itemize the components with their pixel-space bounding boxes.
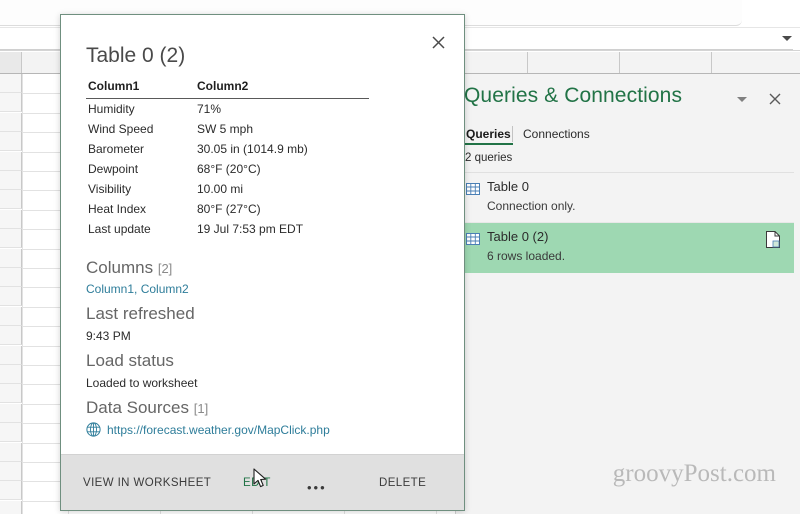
data-sources-count: [1] (193, 401, 209, 416)
last-refreshed-value: 9:43 PM (86, 329, 131, 343)
row-header[interactable] (0, 268, 22, 287)
list-item[interactable]: Table 0 (2) 6 rows loaded. (444, 223, 794, 273)
column-header: Column2 (197, 79, 249, 93)
row-header[interactable] (0, 462, 22, 481)
globe-icon (86, 422, 101, 437)
columns-count: [2] (157, 261, 173, 276)
view-in-worksheet-button[interactable]: VIEW IN WORKSHEET (83, 455, 211, 510)
page-title: Table 0 (2) (86, 44, 186, 67)
table-cell-value: 30.05 in (1014.9 mb) (197, 142, 308, 156)
last-refreshed-label: Last refreshed (86, 304, 195, 323)
table-icon (466, 182, 480, 195)
gridline (22, 74, 23, 514)
row-header[interactable] (0, 93, 22, 113)
row-header[interactable] (0, 500, 22, 514)
row-header[interactable] (0, 132, 22, 152)
column-header-cell[interactable] (620, 52, 712, 73)
tab-queries-label: Queries (466, 127, 511, 141)
query-list: Table 0 Connection only. Table 0 (2) 6 r… (444, 173, 794, 273)
tab-separator (512, 126, 513, 142)
row-header[interactable] (0, 74, 22, 93)
table-cell-label: Heat Index (88, 202, 147, 216)
table-row: Humidity 71% (88, 100, 429, 118)
columns-label: Columns (86, 258, 154, 277)
table-header-rule (86, 98, 369, 99)
pane-header: Queries & Connections (456, 74, 800, 122)
table-row: Last update 19 Jul 7:53 pm EDT (88, 220, 429, 238)
preview-table: Column1 Column2 Humidity 71% Wind Speed SW … (86, 77, 431, 240)
query-status: 6 rows loaded. (487, 249, 566, 263)
row-header[interactable] (0, 171, 22, 190)
row-header[interactable] (0, 481, 22, 501)
table-cell-label: Barometer (88, 142, 145, 156)
list-item[interactable]: Table 0 Connection only. (456, 173, 794, 223)
table-cell-label: Humidity (88, 102, 135, 116)
data-sources-label: Data Sources (86, 398, 189, 417)
query-count-label: 2 queries (465, 152, 513, 164)
tab-connections-label: Connections (523, 127, 590, 141)
table-cell-value: 80°F (27°C) (197, 202, 261, 216)
row-header[interactable] (0, 423, 22, 443)
table-cell-value: 19 Jul 7:53 pm EDT (197, 222, 304, 236)
table-cell-label: Visibility (88, 182, 132, 196)
close-icon[interactable] (431, 35, 453, 57)
row-header[interactable] (0, 112, 22, 132)
peek-footer: VIEW IN WORKSHEET EDIT ••• DELETE (61, 454, 464, 510)
row-header[interactable] (0, 345, 22, 365)
load-status-label: Load status (86, 351, 174, 370)
excel-window: Q Queries & Connections Queries Connecti… (0, 0, 800, 514)
pane-tabs: Queries Connections (456, 122, 800, 148)
tab-connections[interactable]: Connections (521, 122, 592, 148)
select-all-corner[interactable] (0, 52, 22, 73)
table-row: Wind Speed SW 5 mph (88, 120, 429, 138)
chevron-down-icon[interactable] (782, 36, 792, 41)
row-header[interactable] (0, 287, 22, 307)
table-row: Dewpoint 68°F (20°C) (88, 160, 429, 178)
load-status-value: Loaded to worksheet (86, 376, 198, 390)
row-header[interactable] (0, 442, 22, 462)
row-header[interactable] (0, 209, 22, 229)
row-header[interactable] (0, 151, 22, 171)
row-header[interactable] (0, 229, 22, 249)
tab-queries[interactable]: Queries (464, 122, 513, 148)
query-status: Connection only. (487, 199, 576, 213)
data-source-url-link[interactable]: https://forecast.weather.gov/MapClick.ph… (107, 423, 330, 437)
table-row: Heat Index 80°F (27°C) (88, 200, 429, 218)
row-header[interactable] (0, 384, 22, 404)
more-options-button[interactable]: ••• (307, 480, 327, 495)
row-header[interactable] (0, 190, 22, 210)
queries-and-connections-pane: Queries & Connections Queries Connection… (444, 74, 800, 514)
table-icon (466, 232, 480, 245)
column-header-cell[interactable] (528, 52, 620, 73)
watermark: groovyPost.com (612, 460, 776, 487)
table-cell-value: 71% (197, 102, 222, 116)
edit-button[interactable]: EDIT (243, 455, 271, 510)
column-header: Column1 (88, 79, 140, 93)
columns-list-link[interactable]: Column1, Column2 (86, 282, 189, 296)
table-row: Visibility 10.00 mi (88, 180, 429, 198)
row-header[interactable] (0, 306, 22, 326)
table-cell-label: Last update (88, 222, 151, 236)
query-name: Table 0 (2) (487, 229, 549, 244)
row-header[interactable] (0, 326, 22, 346)
query-name: Table 0 (487, 179, 529, 194)
pane-title: Queries & Connections (464, 84, 683, 107)
columns-section-label: Columns [2] (86, 258, 172, 278)
chevron-down-icon[interactable] (732, 88, 754, 110)
query-peek-card: Table 0 (2) Column1 Column2 Humidity 71% W… (60, 14, 465, 511)
data-sources-section-label: Data Sources [1] (86, 398, 208, 418)
table-header-row: Column1 Column2 (88, 79, 429, 98)
table-cell-value: 10.00 mi (197, 182, 244, 196)
table-cell-value: 68°F (20°C) (197, 162, 261, 176)
close-icon[interactable] (764, 88, 786, 110)
table-row: Barometer 30.05 in (1014.9 mb) (88, 140, 429, 158)
table-cell-label: Wind Speed (88, 122, 154, 136)
worksheet-icon[interactable] (766, 231, 780, 248)
delete-button[interactable]: DELETE (379, 455, 426, 510)
row-header[interactable] (0, 248, 22, 268)
row-header[interactable] (0, 365, 22, 384)
table-cell-label: Dewpoint (88, 162, 139, 176)
row-header[interactable] (0, 403, 22, 423)
table-cell-value: SW 5 mph (197, 122, 254, 136)
